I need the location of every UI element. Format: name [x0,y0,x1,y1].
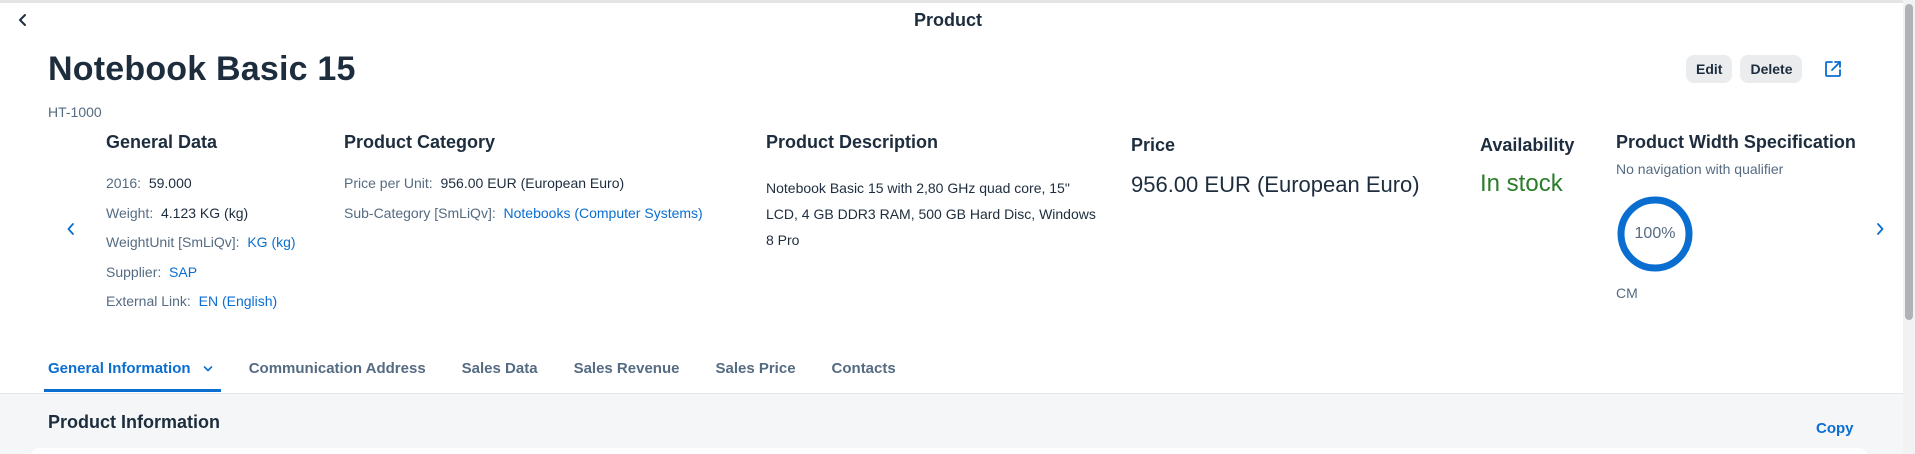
tab-contacts[interactable]: Contacts [828,352,900,392]
field-external-link: External Link: EN (English) [106,293,296,323]
field-label: Price per Unit: [344,175,433,191]
section-tab-bar: General Information Communication Addres… [44,352,928,392]
field-2016: 2016: 59.000 [106,175,296,205]
section-content: Product Information Copy [0,393,1903,454]
share-button[interactable] [1818,55,1848,83]
product-description-facet: Product Description Notebook Basic 15 wi… [766,132,1096,253]
field-label: Supplier: [106,263,162,280]
chevron-right-icon [1877,223,1884,235]
page-title: Product [913,10,982,30]
tab-communication-address[interactable]: Communication Address [245,352,430,392]
edit-button[interactable]: Edit [1686,55,1733,83]
share-icon [1825,61,1842,77]
width-spec-unit: CM [1616,285,1638,301]
scrollbar-thumb[interactable] [1905,4,1913,320]
tab-general-information[interactable]: General Information [44,352,221,392]
top-border [0,0,1903,3]
chevron-left-icon [67,223,74,235]
field-value: 4.123 KG (kg) [161,204,249,221]
field-label: WeightUnit [SmLiQv]: [106,234,240,250]
product-category-title: Product Category [344,132,496,152]
supplier-link[interactable]: SAP [169,264,197,280]
object-page: Product Notebook Basic 15 HT-1000 Edit D… [0,0,1915,454]
copy-button[interactable]: Copy [1816,420,1854,437]
field-label: 2016: [106,175,142,191]
width-spec-subtitle: No navigation with qualifier [1616,161,1784,177]
product-description-text: Notebook Basic 15 with 2,80 GHz quad cor… [766,180,1096,248]
availability-title: Availability [1480,135,1575,155]
tab-sales-price[interactable]: Sales Price [711,352,799,392]
field-price-per-unit: Price per Unit: 956.00 EUR (European Eur… [344,175,703,205]
object-subtitle: HT-1000 [48,104,102,120]
product-category-facet: Product Category Price per Unit: 956.00 … [344,132,703,234]
availability-facet: Availability In stock [1480,135,1574,198]
width-spec-title: Product Width Specification [1616,132,1856,152]
field-label: Weight: [106,204,154,221]
header-next-button[interactable] [1869,216,1891,242]
field-label: Sub-Category [SmLiQv]: [344,204,496,221]
field-value: 59.000 [148,175,192,191]
field-label: External Link: [106,293,191,309]
weight-unit-link[interactable]: KG (kg) [247,234,295,250]
vertical-scrollbar[interactable] [1903,0,1915,454]
object-title: Notebook Basic 15 [48,50,356,88]
sub-category-link[interactable]: Notebooks (Computer Systems) [504,205,703,221]
availability-status: In stock [1480,170,1563,197]
external-link[interactable]: EN (English) [199,293,278,309]
tab-label: General Information [48,360,191,377]
field-sub-category: Sub-Category [SmLiQv]: Notebooks (Comput… [344,205,703,235]
general-data-facet: General Data 2016: 59.000 Weight: 4.123 … [106,132,296,323]
width-spec-facet: Product Width Specification No navigatio… [1616,132,1856,301]
tab-sales-data[interactable]: Sales Data [458,352,542,392]
price-value: 956.00 EUR (European Euro) [1131,172,1420,197]
chevron-down-icon [203,366,213,372]
field-weight: Weight: 4.123 KG (kg) [106,205,296,235]
radial-progress-label: 100% [1634,225,1676,242]
section-title: Product Information [48,412,220,432]
radial-progress: 100% [1616,195,1694,273]
price-facet: Price 956.00 EUR (European Euro) [1131,135,1420,198]
product-description-title: Product Description [766,132,939,152]
header-previous-button[interactable] [60,216,82,242]
field-value: 956.00 EUR (European Euro) [440,175,625,191]
content-card [30,448,1868,454]
price-title: Price [1131,135,1176,155]
header-actions: Edit Delete [1686,55,1848,83]
delete-button[interactable]: Delete [1740,55,1803,83]
general-data-title: General Data [106,132,218,152]
field-weight-unit: WeightUnit [SmLiQv]: KG (kg) [106,234,296,264]
tab-sales-revenue[interactable]: Sales Revenue [570,352,684,392]
field-supplier: Supplier: SAP [106,264,296,294]
